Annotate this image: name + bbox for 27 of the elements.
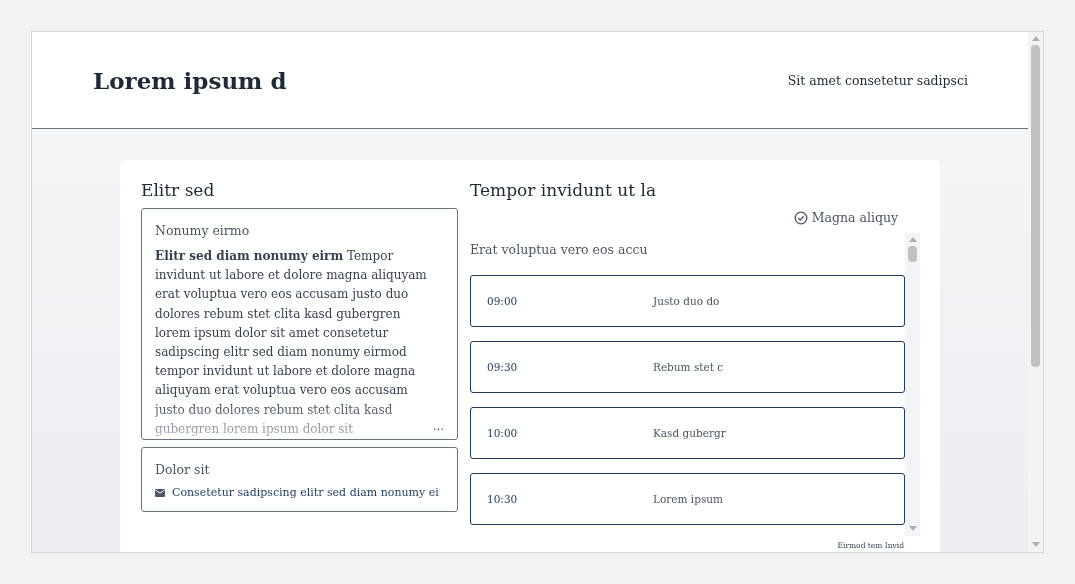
slot-title: Lorem ipsum <box>653 493 723 505</box>
section-heading: Elitr sed <box>141 180 216 200</box>
more-button[interactable]: … <box>429 420 444 439</box>
list-scrollbar[interactable] <box>905 233 920 536</box>
slot-title: Justo duo do <box>653 295 720 307</box>
slot-time: 10:30 <box>487 493 519 505</box>
mail-icon <box>155 488 165 497</box>
slot-title: Kasd gubergr <box>653 427 726 439</box>
note-label: Nonumy eirmo <box>155 223 251 238</box>
header-link[interactable]: Sit amet consetetur sadipsci <box>787 72 968 88</box>
contact-label: Dolor sit <box>155 462 211 477</box>
time-slot[interactable]: 09:30 Rebum stet c <box>470 341 905 393</box>
time-slot[interactable]: 09:00 Justo duo do <box>470 275 905 327</box>
slot-title: Rebum stet c <box>653 361 724 373</box>
list-subheading: Erat voluptua vero eos accu <box>470 241 649 259</box>
slot-time: 09:30 <box>487 361 519 373</box>
check-circle-icon <box>793 210 808 225</box>
slot-time: 10:00 <box>487 427 519 439</box>
section-heading: Tempor invidunt ut la <box>470 180 658 200</box>
slot-time: 09:00 <box>487 295 519 307</box>
page-scrollbar[interactable] <box>1028 32 1043 552</box>
note-text: Elitr sed diam nonumy eirm Tempor invidunt ut labore et dolore magna aliquyam erat voluptua vero eos accusam justo duo dolores rebum stet clita kasd gubergren lorem ipsum dolor sit amet consetetur sadipscing elitr sed diam nonumy eirmod tempor invidunt ut labore et dolore magna aliquyam erat voluptua vero eos accusam justo duo dolores rebum stet clita kasd gubergren lorem ipsum dolor sit <box>155 248 428 438</box>
time-slot[interactable]: 10:30 Lorem ipsum <box>470 473 905 525</box>
email-link[interactable]: Consetetur sadipscing elitr sed diam nonumy ei <box>172 486 439 499</box>
status-text: Magna aliquy <box>811 210 898 225</box>
time-slot[interactable]: 10:00 Kasd gubergr <box>470 407 905 459</box>
page-title: Lorem ipsum d <box>93 66 287 94</box>
